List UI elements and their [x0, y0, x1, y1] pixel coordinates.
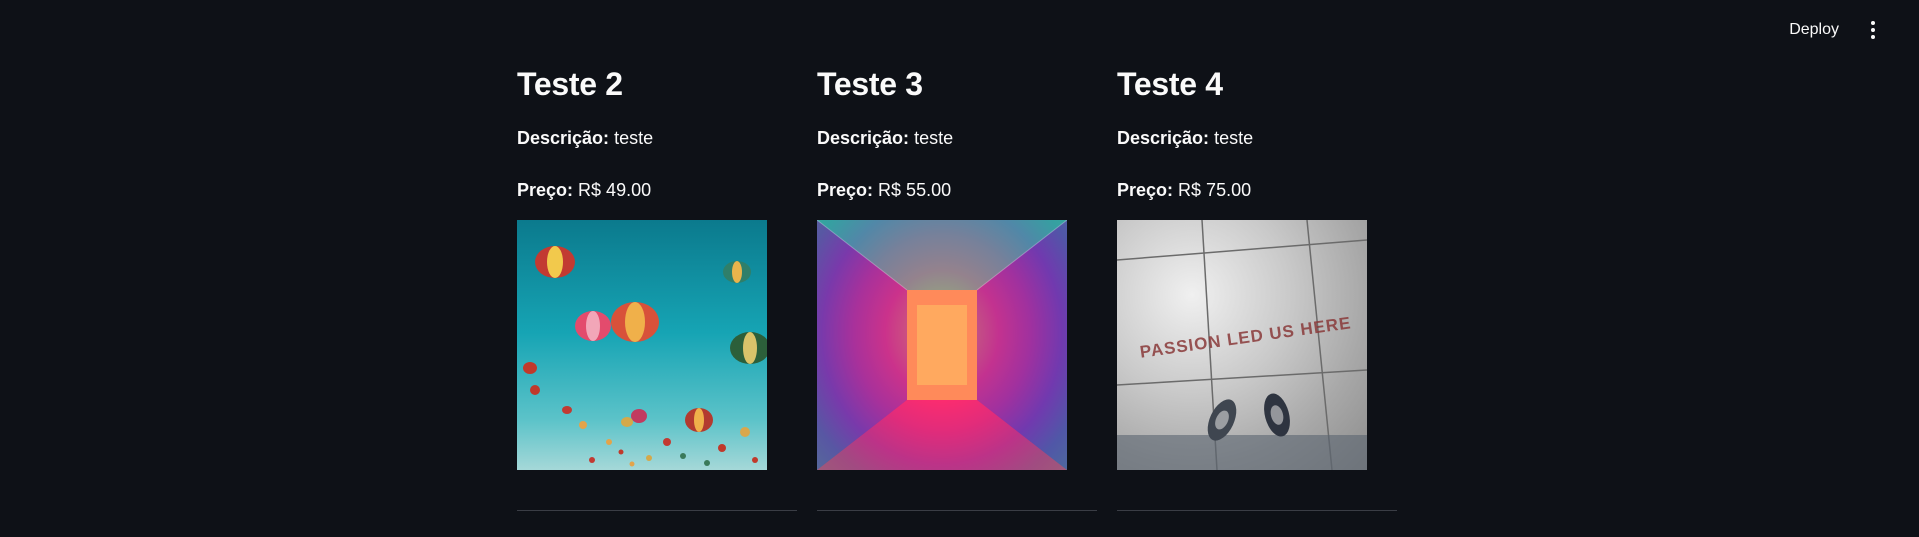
- app-header: Deploy: [0, 0, 1919, 58]
- product-image: [517, 220, 767, 470]
- product-divider: [817, 510, 1097, 511]
- price-label: Preço:: [1117, 180, 1174, 200]
- more-vertical-icon: [1871, 21, 1875, 39]
- product-image: [817, 220, 1067, 470]
- deploy-button[interactable]: Deploy: [1779, 16, 1849, 44]
- product-price: Preço: R$ 75.00: [1117, 178, 1397, 202]
- product-card: Teste 4 Descrição: teste Preço: R$ 75.00…: [1117, 60, 1397, 511]
- product-title: Teste 3: [817, 66, 923, 102]
- description-value: teste: [914, 128, 954, 148]
- price-value: R$ 49.00: [578, 180, 652, 200]
- product-divider: [517, 510, 797, 511]
- product-title: Teste 4: [1117, 66, 1223, 102]
- product-grid: Teste 2 Descrição: teste Preço: R$ 49.00: [517, 60, 1397, 511]
- price-value: R$ 55.00: [878, 180, 952, 200]
- product-card: Teste 3 Descrição: teste Preço: R$ 55.00: [817, 60, 1097, 511]
- description-label: Descrição:: [1117, 128, 1210, 148]
- product-description: Descrição: teste: [1117, 126, 1397, 150]
- product-divider: [1117, 510, 1397, 511]
- product-price: Preço: R$ 49.00: [517, 178, 797, 202]
- product-image: PASSION LED US HERE: [1117, 220, 1367, 470]
- product-price: Preço: R$ 55.00: [817, 178, 1097, 202]
- main-menu-button[interactable]: [1863, 16, 1883, 44]
- description-value: teste: [614, 128, 654, 148]
- balloons-illustration: [523, 246, 767, 467]
- description-value: teste: [1214, 128, 1254, 148]
- price-label: Preço:: [817, 180, 874, 200]
- product-description: Descrição: teste: [817, 126, 1097, 150]
- description-label: Descrição:: [817, 128, 910, 148]
- price-value: R$ 75.00: [1178, 180, 1252, 200]
- product-title: Teste 2: [517, 66, 623, 102]
- product-card: Teste 2 Descrição: teste Preço: R$ 49.00: [517, 60, 797, 511]
- description-label: Descrição:: [517, 128, 610, 148]
- product-description: Descrição: teste: [517, 126, 797, 150]
- corridor-illustration: [817, 220, 1067, 470]
- price-label: Preço:: [517, 180, 574, 200]
